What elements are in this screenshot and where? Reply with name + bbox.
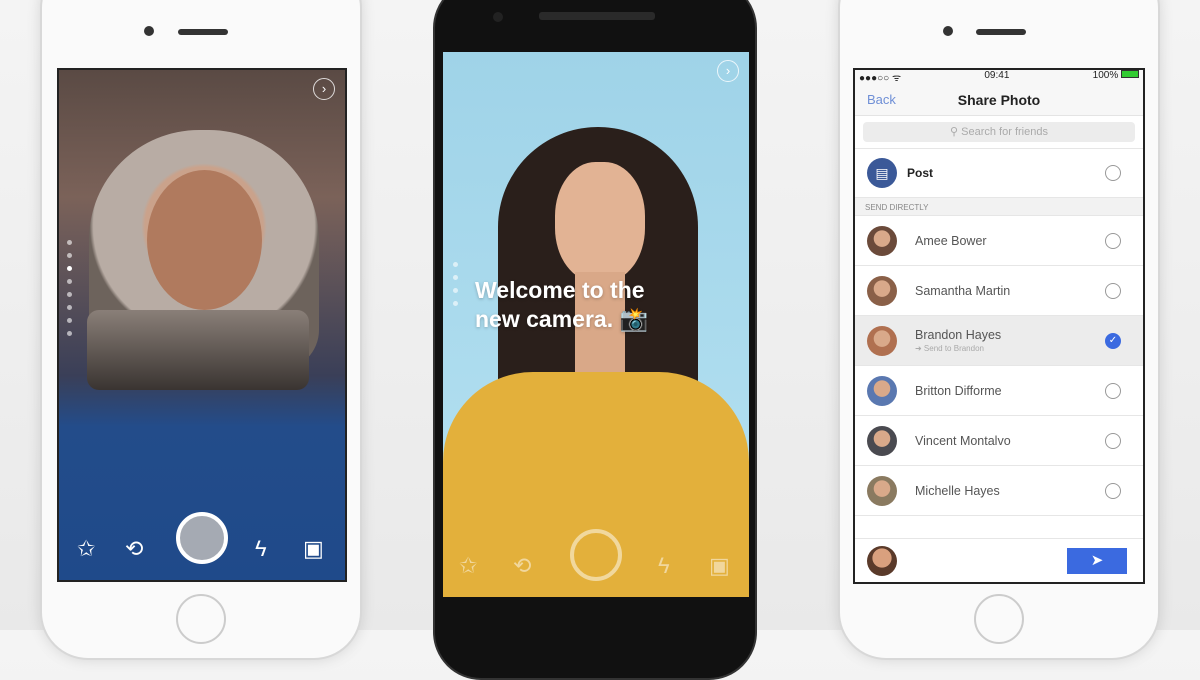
post-icon: ▤: [867, 158, 897, 188]
back-button[interactable]: Back: [867, 84, 896, 116]
friend-list: Amee Bower Samantha Martin Brandon Hayes…: [855, 216, 1143, 516]
effect-dots[interactable]: [67, 240, 72, 336]
effects-icon[interactable]: ✩: [77, 536, 95, 562]
friend-row[interactable]: Michelle Hayes: [855, 466, 1143, 516]
avatar: [867, 375, 897, 406]
front-camera: [493, 12, 503, 22]
flip-camera-icon[interactable]: ⟲: [513, 553, 531, 579]
effect-dots[interactable]: [453, 262, 458, 306]
friend-name: Samantha Martin: [915, 283, 1011, 298]
flash-off-icon[interactable]: ϟ: [255, 536, 267, 562]
home-button[interactable]: [176, 594, 226, 644]
right-phone: ●●●○○ ᯤ 09:41 100% Back Share Photo ⚲ Se…: [838, 0, 1160, 660]
selected-avatar: [867, 545, 897, 576]
speaker: [539, 12, 655, 20]
front-camera: [144, 26, 154, 36]
signal-indicator: ●●●○○ ᯤ: [859, 73, 902, 84]
effects-icon[interactable]: ✩: [459, 553, 477, 579]
next-arrow-icon[interactable]: ›: [313, 78, 335, 100]
friend-name: Michelle Hayes: [915, 483, 1000, 498]
search-input[interactable]: ⚲ Search for friends: [863, 122, 1135, 142]
send-button[interactable]: ➤: [1067, 547, 1127, 574]
camera-screen: › ✩ ⟲ ϟ ▣: [57, 68, 347, 582]
post-label: Post: [907, 166, 934, 180]
avatar: [867, 325, 897, 356]
shutter-button[interactable]: [176, 512, 228, 564]
avatar: [867, 275, 897, 306]
friend-row[interactable]: Britton Difforme: [855, 366, 1143, 416]
section-header: SEND DIRECTLY: [855, 198, 1143, 216]
friend-row[interactable]: Amee Bower: [855, 216, 1143, 266]
friend-name: Brandon Hayes: [915, 328, 1002, 342]
middle-phone: › Welcome to the new camera. 📸 ✩ ⟲ ϟ ▣: [433, 0, 757, 680]
select-radio[interactable]: [1105, 232, 1121, 249]
speaker: [976, 29, 1026, 35]
send-icon: ➤: [1090, 551, 1104, 569]
select-radio[interactable]: [1105, 382, 1121, 399]
share-photo-screen: ●●●○○ ᯤ 09:41 100% Back Share Photo ⚲ Se…: [853, 68, 1145, 584]
friend-name: Amee Bower: [915, 233, 987, 248]
face: [555, 162, 645, 282]
status-bar: ●●●○○ ᯤ 09:41 100%: [855, 70, 1143, 84]
avatar: [867, 225, 897, 256]
front-camera: [943, 26, 953, 36]
friend-row[interactable]: Vincent Montalvo: [855, 416, 1143, 466]
friend-row[interactable]: Brandon Hayes ➜ Send to Brandon ✓: [855, 316, 1143, 366]
select-radio[interactable]: [1105, 482, 1121, 499]
face: [147, 170, 262, 310]
friend-name: Vincent Montalvo: [915, 433, 1011, 448]
post-option[interactable]: ▤ Post: [855, 148, 1143, 198]
welcome-line-1: Welcome to the: [475, 277, 645, 303]
avatar: [867, 425, 897, 456]
battery-indicator: 100%: [1093, 70, 1139, 84]
avatar: [867, 475, 897, 506]
nav-bar: Back Share Photo: [855, 84, 1143, 116]
gallery-icon[interactable]: ▣: [709, 553, 730, 579]
checkmark-icon[interactable]: ✓: [1105, 332, 1121, 349]
shutter-button[interactable]: [570, 529, 622, 581]
welcome-message: Welcome to the new camera. 📸: [475, 276, 648, 334]
select-radio[interactable]: [1105, 282, 1121, 299]
battery-icon: [1121, 70, 1139, 78]
flip-camera-icon[interactable]: ⟲: [125, 536, 143, 562]
friend-name: Britton Difforme: [915, 383, 1002, 398]
friend-subtext: ➜ Send to Brandon: [915, 344, 984, 353]
search-icon: ⚲: [950, 126, 962, 138]
speaker: [178, 29, 228, 35]
next-arrow-icon[interactable]: ›: [717, 60, 739, 82]
friend-row[interactable]: Samantha Martin: [855, 266, 1143, 316]
home-button[interactable]: [974, 594, 1024, 644]
clock: 09:41: [984, 70, 1010, 81]
camera-screen: › Welcome to the new camera. 📸 ✩ ⟲ ϟ ▣: [443, 52, 749, 597]
gallery-icon[interactable]: ▣: [303, 536, 324, 562]
welcome-line-2: new camera. 📸: [475, 306, 649, 332]
left-phone: › ✩ ⟲ ϟ ▣: [40, 0, 362, 660]
bottom-bar: ➤: [855, 538, 1143, 582]
select-radio[interactable]: [1105, 432, 1121, 449]
page-title: Share Photo: [957, 92, 1041, 108]
helmet-collar: [87, 310, 309, 390]
post-radio[interactable]: [1105, 165, 1121, 181]
flash-off-icon[interactable]: ϟ: [658, 553, 670, 579]
